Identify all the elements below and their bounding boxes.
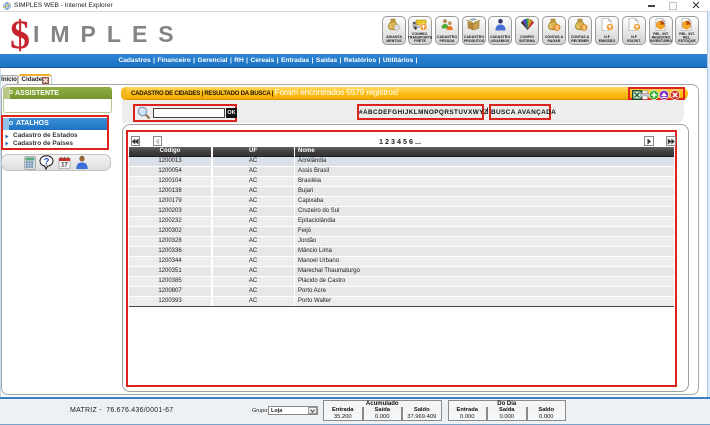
svg-text:?: ? <box>44 156 50 167</box>
svg-text:17: 17 <box>61 162 68 168</box>
svg-text:$: $ <box>582 26 585 31</box>
svg-text:$: $ <box>556 26 559 31</box>
